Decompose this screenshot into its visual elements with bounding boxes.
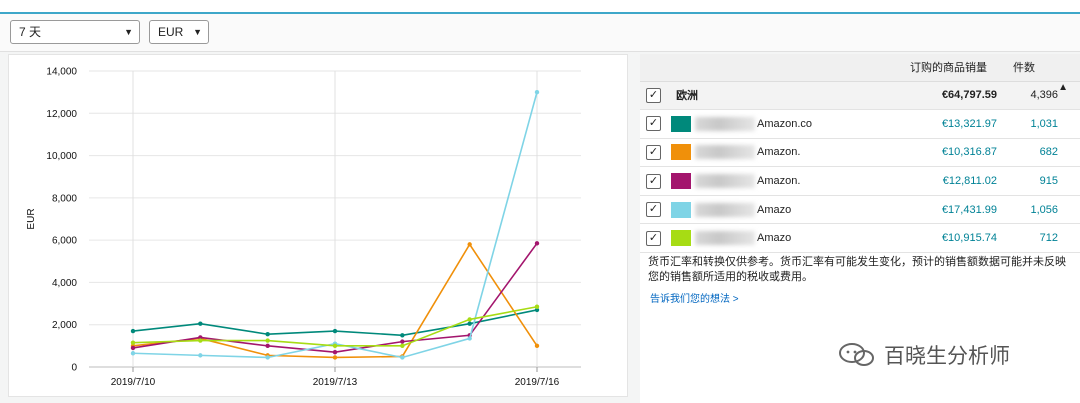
data-point	[198, 338, 203, 343]
data-point	[265, 338, 270, 343]
top-bar	[0, 0, 1080, 14]
table-row: ✓ Amazon. €12,811.02 915	[640, 166, 1080, 196]
wechat-icon	[839, 343, 874, 366]
row-sales[interactable]: €17,431.99	[904, 195, 1007, 225]
feedback-link[interactable]: 告诉我们您的想法 >	[650, 290, 739, 305]
marketplace-name: Amazon.	[757, 146, 801, 159]
y-tick-label: 12,000	[46, 109, 77, 120]
data-point	[332, 350, 338, 355]
marketplace-name: Amazo	[757, 203, 792, 216]
blurred-marketplace	[695, 174, 755, 189]
marketplace-name: Amazo	[757, 232, 792, 245]
marketplace-name: Amazon.	[757, 175, 801, 188]
row-checkbox[interactable]: ✓	[646, 230, 661, 246]
row-sales[interactable]: €13,321.97	[904, 109, 1007, 139]
table-row-region: ✓ 欧洲 €64,797.59 4,396 ▲	[640, 81, 1080, 111]
row-checkbox[interactable]: ✓	[646, 116, 661, 132]
data-point	[198, 353, 203, 358]
header-sales: 订购的商品销量	[904, 54, 1007, 82]
y-tick-label: 10,000	[46, 151, 77, 162]
header-units: 件数	[1007, 54, 1080, 82]
region-name: 欧洲	[676, 90, 699, 103]
currency-note: 货币汇率和转换仅供参考。货币汇率有可能发生变化，预计的销售额数据可能并未反映您的…	[648, 256, 1066, 283]
chevron-down-icon: ▼	[193, 27, 202, 37]
data-point	[130, 328, 136, 334]
currency-select-value: EUR	[158, 25, 184, 39]
table-row: ✓ Amazo €17,431.99 1,056	[640, 195, 1080, 225]
currency-select[interactable]: EUR ▼	[149, 20, 209, 44]
data-point	[534, 343, 540, 349]
y-tick-label: 2,000	[52, 320, 77, 331]
table-row: ✓ Amazo €10,915.74 712	[640, 223, 1080, 254]
chevron-up-icon[interactable]: ▲	[1058, 82, 1068, 93]
chevron-down-icon: ▼	[124, 27, 133, 37]
region-sales: €64,797.59	[904, 81, 1007, 111]
data-point	[332, 355, 338, 360]
controls-bar: 7 天 ▼ EUR ▼	[0, 14, 1080, 52]
row-units[interactable]: 1,031	[1007, 109, 1080, 139]
table-row: ✓ Amazon. €10,316.87 682	[640, 138, 1080, 168]
row-units[interactable]: 682	[1007, 138, 1080, 168]
data-point	[400, 339, 405, 344]
data-point	[130, 345, 136, 351]
data-point	[467, 242, 472, 247]
y-axis-label: EUR	[26, 208, 37, 229]
region-checkbox[interactable]: ✓	[646, 87, 661, 103]
row-sales[interactable]: €10,915.74	[904, 223, 1007, 254]
data-point	[400, 355, 405, 360]
row-checkbox[interactable]: ✓	[646, 144, 661, 160]
data-point	[534, 89, 540, 95]
y-tick-label: 14,000	[46, 67, 77, 78]
marketplace-name: Amazon.co	[757, 117, 813, 130]
x-tick-label: 2019/7/13	[313, 377, 358, 388]
data-point	[400, 343, 405, 349]
blurred-marketplace	[695, 231, 755, 246]
row-units[interactable]: 712	[1007, 223, 1080, 254]
data-point	[265, 343, 270, 349]
x-tick-label: 2019/7/10	[111, 377, 156, 388]
data-point	[130, 351, 136, 356]
region-units: 4,396	[1030, 89, 1058, 102]
data-point	[265, 355, 270, 360]
series-color-swatch	[671, 173, 691, 190]
series-color-swatch	[671, 201, 691, 218]
data-point	[332, 328, 338, 334]
row-units[interactable]: 1,056	[1007, 195, 1080, 225]
data-point	[130, 340, 136, 345]
data-point	[332, 343, 338, 349]
data-point	[534, 241, 540, 246]
data-point	[467, 336, 472, 341]
table-header-row: 订购的商品销量 件数	[640, 54, 1080, 82]
watermark-text: 百晓生分析师	[884, 345, 1010, 368]
blurred-marketplace	[695, 145, 755, 160]
data-point	[467, 317, 472, 322]
blurred-marketplace	[695, 116, 755, 131]
chart-panel: 0 2,000 4,000 6,000 8,000 10,000 12,000 14,000 2…	[8, 54, 628, 397]
period-select-value: 7 天	[19, 25, 42, 39]
y-tick-label: 0	[71, 363, 77, 374]
header-marketplace	[640, 54, 904, 82]
data-point	[198, 321, 203, 326]
y-tick-label: 8,000	[52, 193, 77, 204]
series-color-swatch	[671, 115, 691, 132]
row-checkbox[interactable]: ✓	[646, 173, 661, 189]
data-point	[467, 321, 472, 326]
sales-table: 订购的商品销量 件数 ✓ 欧洲 €64,797.59 4,396 ▲ ✓ Amaz…	[640, 54, 1080, 254]
data-point	[265, 332, 270, 337]
blurred-marketplace	[695, 202, 755, 217]
data-point	[400, 333, 405, 338]
y-tick-label: 6,000	[52, 236, 77, 247]
x-tick-label: 2019/7/16	[515, 377, 560, 388]
period-select[interactable]: 7 天 ▼	[10, 20, 140, 44]
row-sales[interactable]: €10,316.87	[904, 138, 1007, 168]
row-units[interactable]: 915	[1007, 166, 1080, 196]
series-color-swatch	[671, 230, 691, 247]
row-sales[interactable]: €12,811.02	[904, 166, 1007, 196]
sales-line-chart: 0 2,000 4,000 6,000 8,000 10,000 12,000 14,000 2…	[26, 67, 581, 388]
data-point	[534, 304, 540, 309]
series-color-swatch	[671, 144, 691, 161]
table-row: ✓ Amazon.co €13,321.97 1,031	[640, 109, 1080, 139]
y-tick-label: 4,000	[52, 278, 77, 289]
row-checkbox[interactable]: ✓	[646, 202, 661, 218]
